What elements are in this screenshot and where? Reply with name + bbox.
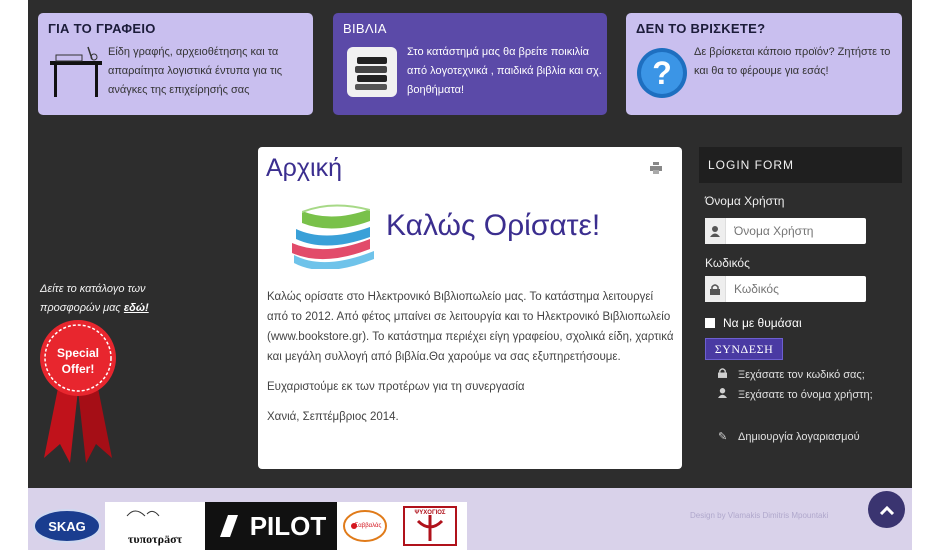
partner-logos: SKAG τυποτρäστ PILOT Σαββαλάς ΨΥΧΟΓΙΟΣ <box>29 502 467 550</box>
badge-line-2: Offer! <box>61 362 95 376</box>
print-icon[interactable] <box>650 162 662 174</box>
feature-title: ΔΕΝ ΤΟ ΒΡΙΣΚΕΤΕ? <box>636 21 766 36</box>
article-paragraph: Ευχαριστούμε εκ των προτέρων για τη συνε… <box>267 381 525 393</box>
article-paragraph: Καλώς ορίσατε στο Ηλεκτρονικό Βιβλιοπωλε… <box>267 291 674 363</box>
feature-books[interactable]: ΒΙΒΛΙΑ Στο κατάστημά μας θα βρείτε ποικι… <box>333 13 607 115</box>
logo-label: SKAG <box>48 518 86 534</box>
logo-savvalas: Σαββαλάς <box>337 502 393 550</box>
feature-title: ΒΙΒΛΙΑ <box>343 21 387 36</box>
logo-label: Σαββαλάς <box>354 523 382 529</box>
ribbon-icon <box>40 320 116 463</box>
logo-skag: SKAG <box>29 502 105 550</box>
special-offer-badge[interactable]: Special Offer! <box>38 318 118 463</box>
chevron-up-icon <box>879 505 894 515</box>
books-illustration <box>292 204 374 269</box>
logo-pilot: PILOT <box>205 502 337 550</box>
desk-icon <box>50 46 102 97</box>
register-link[interactable]: ✎ Δημιουργία λογαριασμού <box>718 428 888 446</box>
remember-label: Να με θυμάσαι <box>723 316 802 330</box>
feature-title: ΓΙΑ ΤΟ ΓΡΑΦΕΙΟ <box>48 21 156 36</box>
catalog-link[interactable]: εδώ! <box>124 302 149 314</box>
user-icon <box>705 218 726 244</box>
username-input[interactable] <box>732 223 866 239</box>
svg-text:?: ? <box>652 55 672 91</box>
welcome-heading: Καλώς Ορίσατε! <box>386 209 601 242</box>
feature-text: Δε βρίσκεται κάποιο προϊόν? Ζητήστε το κ… <box>694 46 891 77</box>
design-credit: Design by Vlamakis Dimitris Mpountaki <box>690 511 829 520</box>
forgot-password-link[interactable]: Ξεχάσατε τον κωδικό σας; <box>718 366 888 384</box>
logo-label: ΨΥΧΟΓΙΟΣ <box>414 510 446 516</box>
main-article: Αρχική Καλώς Ορίσατε! Καλώς ορίσατε στο … <box>258 147 682 469</box>
page-title: Αρχική <box>266 154 342 182</box>
password-input[interactable] <box>732 281 866 297</box>
forgot-username-link[interactable]: Ξεχάσατε το όνομα χρήστη; <box>718 386 888 404</box>
user-icon <box>718 386 730 404</box>
remember-me[interactable]: Να με θυμάσαι <box>705 316 802 330</box>
feature-text: Είδη γραφής, αρχειοθέτησης και τα απαραί… <box>108 46 283 96</box>
feature-text: Στο κατάστημά μας θα βρείτε ποικιλία από… <box>407 46 602 96</box>
username-field[interactable] <box>705 218 866 244</box>
feature-request[interactable]: ΔΕΝ ΤΟ ΒΡΙΣΚΕΤΕ? ? Δε βρίσκεται κάποιο π… <box>626 13 902 115</box>
books-stack-icon <box>347 47 397 97</box>
remember-checkbox[interactable] <box>705 318 715 328</box>
logo-label: τυποτρäστ <box>127 531 183 546</box>
feature-office[interactable]: ΓΙΑ ΤΟ ΓΡΑΦΕΙΟ Είδη γραφής, αρχειοθέτηση… <box>38 13 313 115</box>
article-paragraph: Χανιά, Σεπτέμβριος 2014. <box>267 411 399 423</box>
login-button[interactable]: ΣΥΝΔΕΣΗ <box>705 338 783 360</box>
question-icon: ? <box>637 48 687 98</box>
password-field[interactable] <box>705 276 866 302</box>
login-heading: LOGIN FORM <box>699 147 902 183</box>
article-body: Καλώς ορίσατε στο Ηλεκτρονικό Βιβλιοπωλε… <box>267 287 677 437</box>
lock-icon <box>718 366 730 384</box>
promo-text: Δείτε το κατάλογο των προσφορών μας εδώ! <box>40 283 149 314</box>
lock-icon <box>705 276 726 302</box>
logo-label: PILOT <box>249 510 327 541</box>
logo-psychogios: ΨΥΧΟΓΙΟΣ <box>393 502 467 550</box>
logo-typotrast: τυποτρäστ <box>105 502 205 550</box>
username-label: Όνομα Χρήστη <box>705 194 785 208</box>
back-to-top-button[interactable] <box>868 491 905 528</box>
edit-icon: ✎ <box>718 431 728 443</box>
badge-line-1: Special <box>56 346 100 360</box>
password-label: Κωδικός <box>705 256 750 270</box>
